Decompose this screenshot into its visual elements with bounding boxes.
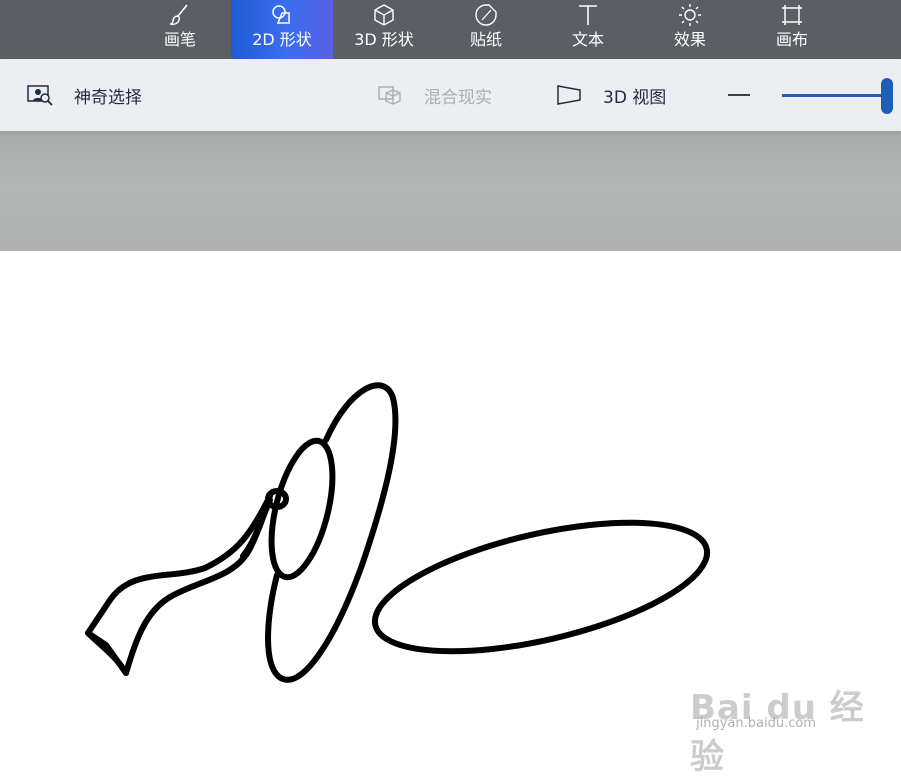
3d-view-icon [557,85,581,105]
mixed-reality-button[interactable]: 混合现实 [376,59,492,131]
mixed-reality-label: 混合现实 [424,87,492,108]
zoom-out-icon[interactable] [728,94,750,96]
zoom-slider-track[interactable] [782,94,888,97]
magic-select-button[interactable]: 神奇选择 [26,59,142,131]
flat-ellipse [371,519,711,655]
watermark-url: jingyan.baidu.com [696,716,816,731]
magic-select-label: 神奇选择 [74,87,142,108]
zoom-slider-thumb[interactable] [881,78,893,114]
magic-select-icon [27,85,53,106]
watermark: Bai du 经验 jingyan.baidu.com [690,650,890,777]
secondary-toolbar: 神奇选择 混合现实 3D 视图 [0,59,901,131]
tall-ellipse [265,382,399,683]
ribbon-stroke-left [85,630,129,676]
ribbon-stroke [85,493,273,676]
3d-view-label: 3D 视图 [603,87,667,108]
inner-ellipse [268,437,336,581]
3d-view-button[interactable]: 3D 视图 [555,59,666,131]
mixed-reality-icon [378,86,401,105]
